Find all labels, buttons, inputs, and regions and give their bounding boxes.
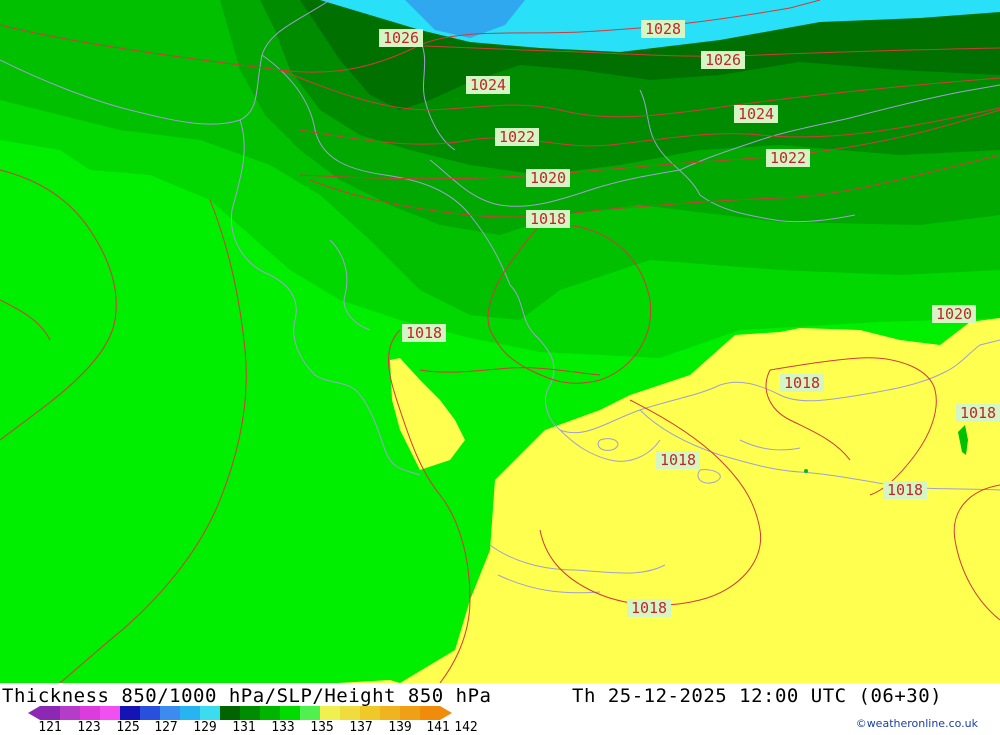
legend-swatch xyxy=(280,706,300,720)
svg-text:1028: 1028 xyxy=(645,20,681,38)
isobar-label: 1022 xyxy=(495,128,539,146)
legend-swatch xyxy=(220,706,240,720)
isobar-label: 1018 xyxy=(780,374,824,392)
svg-text:1018: 1018 xyxy=(960,404,996,422)
isobar-label: 1018 xyxy=(627,599,671,617)
legend-swatch xyxy=(60,706,80,720)
isobar-label: 1026 xyxy=(701,51,745,69)
svg-text:1018: 1018 xyxy=(784,374,820,392)
small-green-dot xyxy=(804,469,808,473)
legend-swatch xyxy=(360,706,380,720)
isobar-label: 1020 xyxy=(932,305,976,323)
legend-swatch xyxy=(140,706,160,720)
svg-text:1026: 1026 xyxy=(705,51,741,69)
credit-link[interactable]: ©weatheronline.co.uk xyxy=(856,717,978,730)
legend-swatch xyxy=(160,706,180,720)
legend-swatch xyxy=(40,706,60,720)
isobar-label: 1028 xyxy=(641,20,685,38)
isobar-label: 1018 xyxy=(526,210,570,228)
isobar-label: 1018 xyxy=(402,324,446,342)
weather-map: 1026 1028 1026 1024 1024 1022 1022 1020 1018 1020… xyxy=(0,0,1000,683)
legend-swatch xyxy=(340,706,360,720)
legend-swatch xyxy=(200,706,220,720)
isobar-label: 1018 xyxy=(656,451,700,469)
svg-text:1026: 1026 xyxy=(383,29,419,47)
legend-swatch xyxy=(320,706,340,720)
svg-text:1022: 1022 xyxy=(499,128,535,146)
isobar-label: 1026 xyxy=(379,29,423,47)
svg-text:1024: 1024 xyxy=(470,76,506,94)
footer: Thickness 850/1000 hPa/SLP/Height 850 hP… xyxy=(0,683,1000,735)
legend-swatch xyxy=(120,706,140,720)
legend-swatch xyxy=(100,706,120,720)
isobar-label: 1024 xyxy=(734,105,778,123)
legend-swatch xyxy=(260,706,280,720)
map-datetime: Th 25-12-2025 12:00 UTC (06+30) xyxy=(572,685,943,707)
legend-swatch xyxy=(240,706,260,720)
legend-swatch xyxy=(180,706,200,720)
svg-text:1024: 1024 xyxy=(738,105,774,123)
isobar-label: 1022 xyxy=(766,149,810,167)
isobar-label: 1024 xyxy=(466,76,510,94)
svg-text:1018: 1018 xyxy=(406,324,442,342)
legend-left-arrow xyxy=(28,706,40,720)
isobar-label: 1018 xyxy=(956,404,1000,422)
svg-text:1018: 1018 xyxy=(660,451,696,469)
legend-swatch xyxy=(420,706,440,720)
legend-ticks: 121 123 125 127 129 131 133 135 137 139 141 142 xyxy=(0,720,520,735)
legend-swatch xyxy=(400,706,420,720)
svg-text:1018: 1018 xyxy=(631,599,667,617)
legend-swatch xyxy=(380,706,400,720)
svg-text:1018: 1018 xyxy=(530,210,566,228)
isobar-label: 1020 xyxy=(526,169,570,187)
svg-text:1018: 1018 xyxy=(887,481,923,499)
svg-text:1020: 1020 xyxy=(530,169,566,187)
legend-swatch xyxy=(300,706,320,720)
isobar-label: 1018 xyxy=(883,481,927,499)
svg-text:1022: 1022 xyxy=(770,149,806,167)
svg-text:1020: 1020 xyxy=(936,305,972,323)
legend-right-arrow xyxy=(440,706,452,720)
legend-swatch xyxy=(80,706,100,720)
